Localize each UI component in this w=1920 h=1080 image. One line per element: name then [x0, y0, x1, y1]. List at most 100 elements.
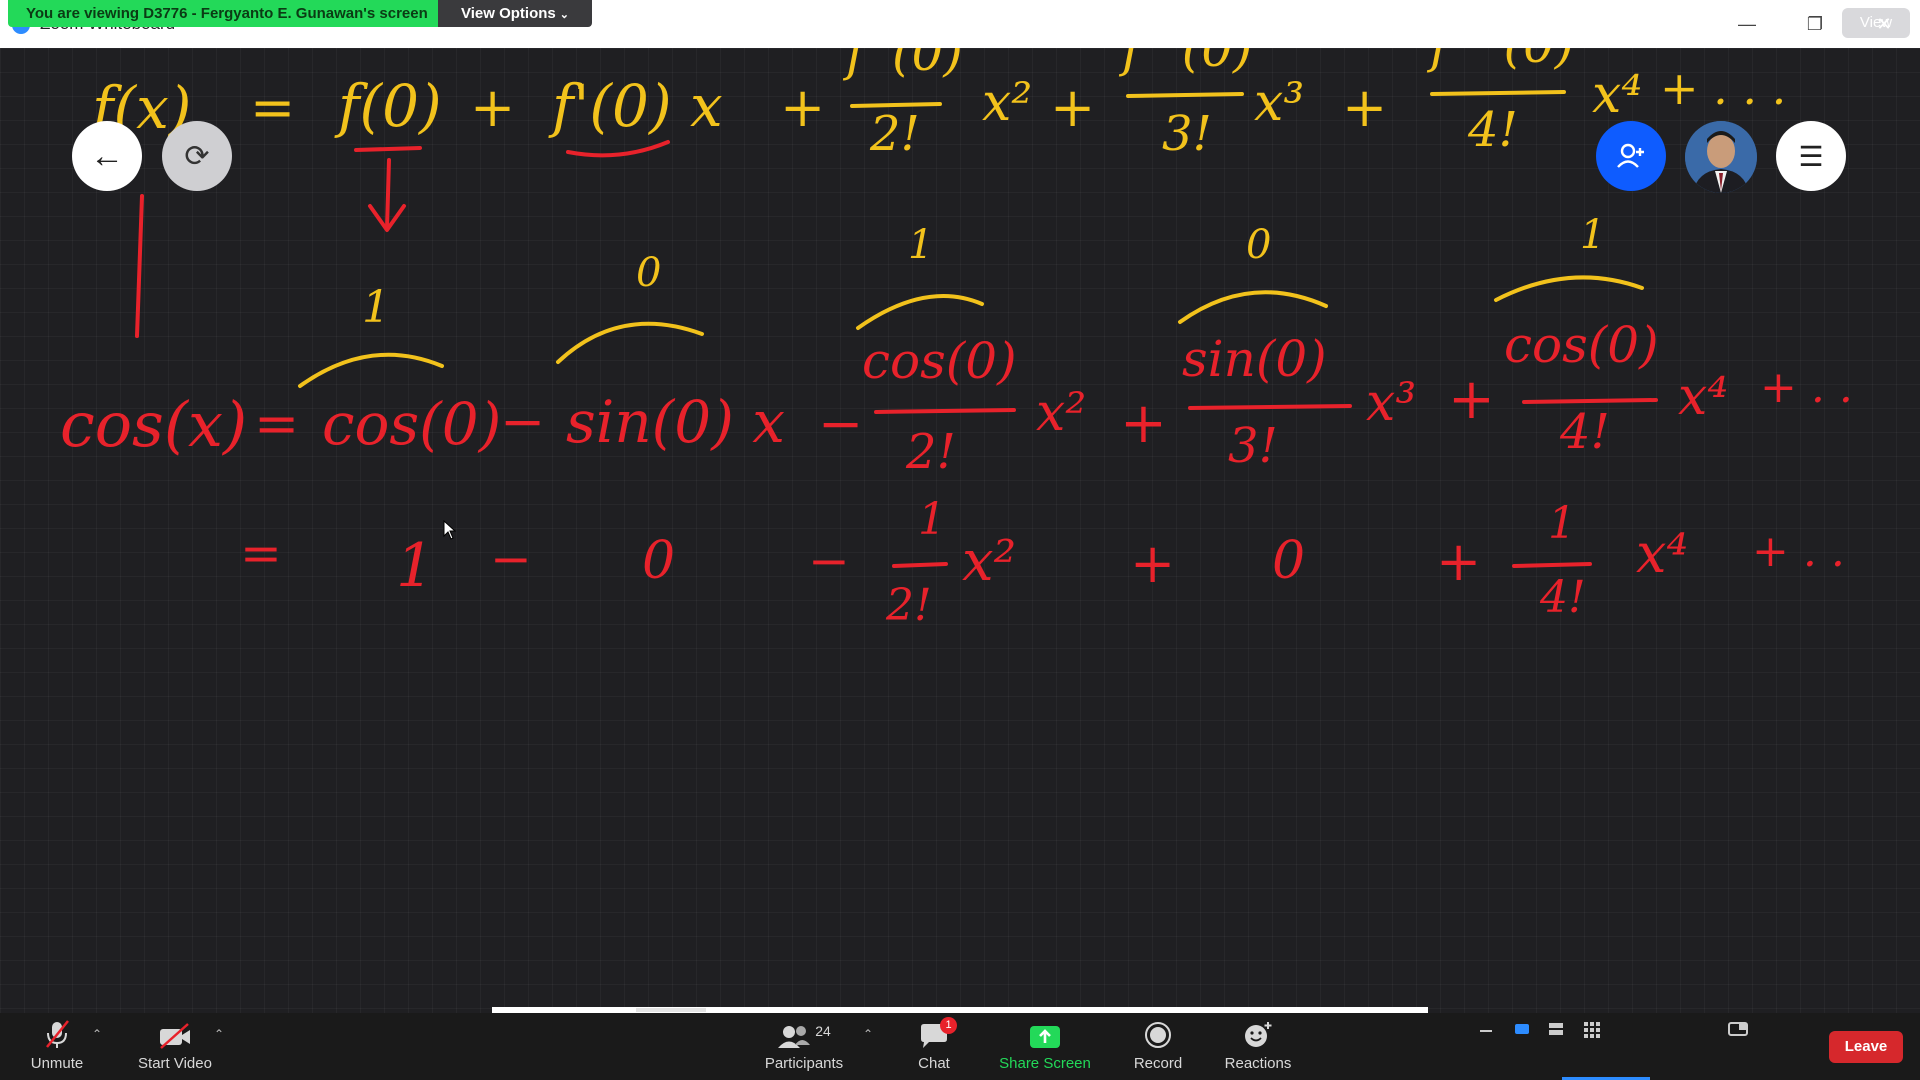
math-text: x⁴ [1636, 522, 1688, 585]
math-text: x² [1036, 383, 1086, 443]
math-text: + [470, 76, 515, 139]
math-text: = [240, 524, 282, 582]
whiteboard-canvas[interactable]: f(x) = f(0) + f'(0) x + f''(0) 2! x² + f… [0, 48, 1920, 1013]
grid-view-icon[interactable] [1583, 1021, 1601, 1039]
math-text: + . . [1760, 362, 1853, 413]
math-text: f'(0) x [548, 72, 723, 140]
view-options-button[interactable]: View Options ⌄ [438, 0, 592, 27]
math-text: + . . . [1660, 61, 1786, 115]
math-text: 2! [869, 106, 920, 162]
cos-expansion: cos(x) = cos(0) − sin(0) x − cos(0) 2! x… [60, 316, 1853, 480]
math-text: − [818, 392, 863, 455]
math-text: − [500, 390, 545, 453]
math-text: sin(0) [1182, 330, 1327, 388]
math-text: − [490, 530, 532, 588]
math-text: 3! [1228, 418, 1278, 474]
math-text: + [1448, 367, 1495, 432]
math-text: + [780, 76, 825, 139]
math-text: sin(0) x [566, 388, 785, 456]
speaker-view-icon[interactable] [1514, 1021, 1530, 1037]
video-options-chevron-icon[interactable]: ⌃ [214, 1027, 224, 1041]
math-text: 1 [1548, 498, 1576, 549]
math-text: f''''(0) [1426, 48, 1574, 74]
scroll-thumb[interactable] [636, 1008, 706, 1012]
audio-options-chevron-icon[interactable]: ⌃ [92, 1027, 102, 1041]
window-titlebar: Zoom Whiteboard You are viewing D3776 - … [0, 0, 1920, 48]
share-screen-icon [1030, 1026, 1060, 1048]
menu-button[interactable]: ☰ [1776, 121, 1846, 191]
overbrace [1494, 275, 1644, 302]
minimize-panel-icon[interactable] [1478, 1021, 1494, 1037]
side-by-side-icon[interactable] [1728, 1021, 1748, 1037]
math-text: 4! [1559, 404, 1610, 460]
cos-simplified: = 1 − 0 − 1 2! x² + 0 + 1 4! x⁴ + . . [240, 494, 1845, 631]
chat-unread-badge: 1 [940, 1017, 957, 1034]
overbrace [298, 352, 444, 388]
add-user-icon [1617, 143, 1644, 168]
math-text: f''(0) [842, 48, 963, 82]
math-text: 1 [1580, 212, 1605, 258]
math-text: 1 [362, 282, 390, 333]
math-text: + [1130, 532, 1175, 595]
math-text: x³ [1366, 373, 1416, 433]
math-text: 2! [905, 424, 956, 480]
math-text: f(0) [334, 72, 442, 140]
refresh-button[interactable]: ⟳ [162, 121, 232, 191]
hamburger-menu-icon: ☰ [1798, 140, 1824, 172]
microphone-muted-icon [46, 1020, 69, 1048]
fraction-bar [1522, 398, 1658, 404]
math-text: 1 [908, 222, 933, 268]
math-text: + . . [1752, 526, 1845, 577]
participants-button[interactable]: 24 Participants [756, 1013, 852, 1080]
refresh-icon: ⟳ [184, 139, 210, 173]
unmute-button[interactable]: Unmute [22, 1013, 92, 1080]
back-button[interactable]: ← [72, 121, 142, 191]
record-button[interactable]: Record [1126, 1013, 1190, 1080]
math-text: 0 [1246, 222, 1271, 268]
participants-count: 24 [815, 1023, 831, 1039]
participants-options-chevron-icon[interactable]: ⌃ [863, 1027, 873, 1041]
math-text: + [1342, 76, 1387, 139]
fraction-bar [1430, 90, 1566, 96]
math-text: 4! [1539, 572, 1586, 623]
fraction-bar [892, 562, 948, 568]
reactions-label: Reactions [1224, 1055, 1292, 1072]
handwriting-layer: f(x) = f(0) + f'(0) x + f''(0) 2! x² + f… [60, 48, 1853, 631]
math-text: 4! [1467, 102, 1518, 158]
reactions-button[interactable]: Reactions [1218, 1013, 1298, 1080]
share-screen-button[interactable]: Share Screen [998, 1013, 1092, 1080]
smiley-plus-icon [1245, 1022, 1272, 1047]
math-text: cos(0) [862, 332, 1017, 390]
math-text: x³ [1254, 73, 1304, 133]
invite-button[interactable] [1596, 121, 1666, 191]
fraction-bar [1188, 404, 1352, 410]
leave-button[interactable]: Leave [1829, 1031, 1903, 1063]
chat-label: Chat [918, 1055, 950, 1072]
unmute-label: Unmute [30, 1055, 84, 1072]
strip-view-icon[interactable] [1548, 1021, 1564, 1037]
overbrace [556, 321, 704, 364]
math-text: = [254, 392, 299, 455]
arrow-stroke [354, 146, 422, 152]
meeting-toolbar: Unmute ⌃ Start Video ⌃ 24 Participants ⌃ [0, 1013, 1920, 1080]
chevron-down-icon: ⌄ [559, 9, 569, 21]
math-text: 0 [636, 250, 661, 296]
math-text: = [250, 76, 295, 139]
arrow-left-icon: ← [90, 136, 124, 175]
user-photo [1685, 121, 1757, 193]
view-options-label: View Options [461, 5, 556, 22]
math-text: x² [962, 529, 1016, 594]
math-text: 0 [642, 531, 675, 591]
start-video-button[interactable]: Start Video [130, 1013, 220, 1080]
overbrace [856, 294, 984, 330]
math-text: 1 [918, 494, 946, 545]
restore-button[interactable]: ❐ [1795, 10, 1835, 38]
math-text: + [1436, 530, 1481, 593]
close-button[interactable]: ✕ [1864, 10, 1904, 38]
math-text: 1 [396, 531, 434, 601]
minimize-button[interactable]: — [1727, 10, 1767, 38]
avatar[interactable] [1685, 121, 1757, 193]
fraction-bar [874, 408, 1016, 414]
vertical-stroke [135, 194, 144, 338]
start-video-label: Start Video [138, 1055, 212, 1072]
